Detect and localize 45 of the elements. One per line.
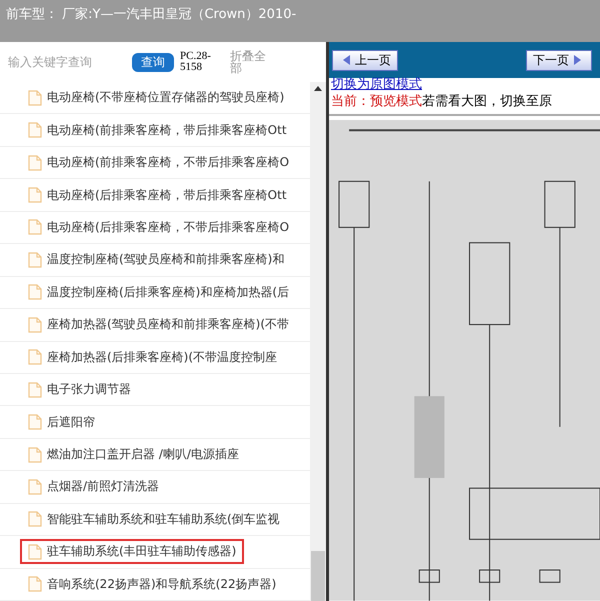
tree-item[interactable]: 电动座椅(前排乘客座椅，不带后排乘客座椅O — [20, 150, 298, 176]
mode-hint-text: 若需看大图，切换至原 — [422, 94, 552, 110]
search-button[interactable]: 查询 — [132, 52, 174, 72]
left-arrow-icon — [343, 55, 351, 66]
window-title: 前车型： 厂家:Y—一汽丰田皇冠（Crown）2010- — [6, 7, 296, 22]
tree-item[interactable]: 驻车辅助系统(丰田驻车辅助传感器) — [20, 539, 244, 564]
tree-item[interactable]: 燃油加注口盖开启器 /喇叭/电源插座 — [20, 442, 247, 468]
original-mode-link[interactable]: 切换为原图模式 — [331, 78, 600, 92]
document-icon — [28, 252, 42, 268]
tree-item[interactable]: 电动座椅(不带座椅位置存储器的驾驶员座椅) — [20, 85, 292, 110]
scrollbar[interactable] — [310, 82, 326, 601]
scroll-up-icon[interactable] — [314, 86, 322, 91]
document-icon — [28, 122, 42, 138]
document-icon — [28, 154, 42, 171]
tree-item[interactable]: 后遮阳帘 — [20, 410, 103, 435]
document-icon — [28, 316, 42, 333]
document-icon — [28, 511, 42, 528]
document-icon — [28, 544, 42, 560]
tree-item[interactable]: 电动座椅(后排乘客座椅，不带后排乘客座椅O — [20, 214, 298, 240]
document-icon — [28, 382, 42, 398]
document-icon — [28, 349, 42, 366]
tree-item[interactable]: 温度控制座椅(后排乘客座椅)和座椅加热器(后 — [20, 280, 298, 305]
tree-item[interactable]: 智能驻车辅助系统和驻车辅助系统(倒车监视 — [20, 506, 288, 532]
code-label: PC.28-5158 — [180, 51, 212, 73]
next-page-button[interactable]: 下一页 — [526, 50, 592, 70]
document-icon — [28, 90, 42, 106]
current-mode-label: 当前：预览模式 — [331, 94, 422, 110]
tree-item[interactable]: 电动座椅(前排乘客座椅，带后排乘客座椅Ott — [20, 118, 295, 143]
tree-item[interactable]: 电子张力调节器 — [20, 377, 139, 402]
tree-item[interactable]: 电动座椅(后排乘客座椅，带后排乘客座椅Ott — [20, 182, 295, 208]
document-icon — [28, 284, 42, 300]
document-icon — [28, 446, 42, 463]
document-icon — [28, 414, 42, 430]
tree-item[interactable]: 点烟器/前照灯清洗器 — [20, 474, 168, 500]
document-icon — [28, 187, 42, 204]
scroll-thumb[interactable] — [311, 551, 325, 601]
previous-page-button[interactable]: 上一页 — [332, 50, 398, 70]
tree-item[interactable]: 座椅加热器(后排乘客座椅)(不带温度控制座 — [20, 344, 286, 370]
tree-item[interactable]: 温度控制座椅(驾驶员座椅和前排乘客座椅)和 — [20, 247, 292, 272]
document-icon — [28, 219, 42, 236]
document-icon — [28, 576, 42, 592]
tree-item[interactable]: 音响系统(22扬声器)和导航系统(22扬声器) — [20, 572, 284, 597]
right-arrow-icon — [573, 55, 581, 66]
tree-item[interactable]: 座椅加热器(驾驶员座椅和前排乘客座椅)(不带 — [20, 312, 298, 338]
document-icon — [28, 478, 42, 495]
